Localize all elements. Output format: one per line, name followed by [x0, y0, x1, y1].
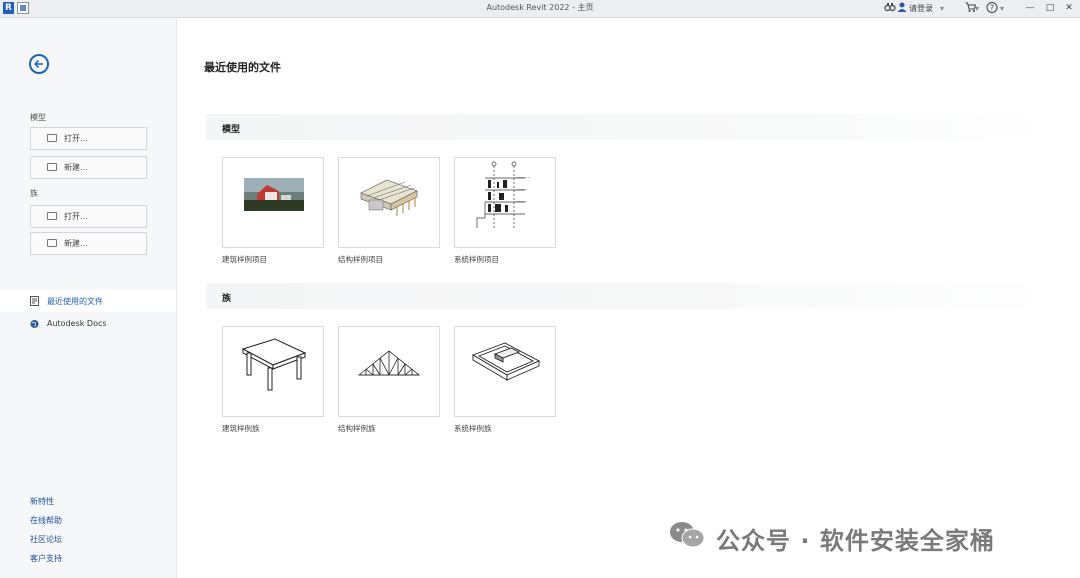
- sign-in-label[interactable]: 请登录: [909, 1, 933, 16]
- close-button[interactable]: ✕: [1060, 1, 1078, 16]
- community-forum-link[interactable]: 社区论坛: [30, 534, 62, 545]
- model-open-button[interactable]: 打开...: [30, 127, 147, 150]
- svg-text:———: ———: [517, 187, 528, 191]
- nav-recent-files[interactable]: 最近使用的文件: [0, 290, 176, 312]
- nav-autodesk-docs-label: Autodesk Docs: [47, 319, 107, 328]
- models-group-label: 模型: [222, 125, 241, 135]
- systems-project-label[interactable]: 系统样例项目: [454, 254, 499, 265]
- architecture-project-thumbnail: [244, 178, 304, 211]
- left-sidebar: 模型 打开... 新建... 族 打开... 新建... 最近使用的文件 Aut…: [0, 18, 177, 578]
- family-open-button[interactable]: 打开...: [30, 205, 147, 228]
- model-new-label: 新建...: [64, 163, 88, 172]
- families-group-label: 族: [222, 294, 232, 304]
- customer-support-link[interactable]: 客户支持: [30, 553, 62, 564]
- svg-text:————: ————: [517, 175, 532, 179]
- minimize-button[interactable]: —: [1021, 1, 1039, 16]
- page-title: 最近使用的文件: [204, 61, 281, 74]
- structure-project-thumbnail: [360, 179, 418, 216]
- table-family-card[interactable]: [222, 326, 324, 417]
- new-folder-icon: [47, 239, 57, 247]
- nav-autodesk-docs[interactable]: Autodesk Docs: [0, 313, 176, 335]
- cart-dropdown-icon[interactable]: ▾: [975, 1, 979, 16]
- svg-text:?: ?: [990, 4, 994, 13]
- back-arrow-icon[interactable]: [29, 54, 49, 74]
- family-new-button[interactable]: 新建...: [30, 232, 147, 255]
- table-family-thumbnail: [241, 338, 307, 391]
- maximize-button[interactable]: □: [1041, 1, 1059, 16]
- open-folder-icon: [47, 212, 57, 220]
- wechat-icon: [670, 522, 705, 548]
- model-section-label: 模型: [30, 113, 46, 122]
- tray-family-label[interactable]: 系统样例族: [454, 423, 492, 434]
- truss-family-label[interactable]: 结构样例族: [338, 423, 376, 434]
- architecture-project-card[interactable]: [222, 157, 324, 248]
- binoculars-icon[interactable]: [884, 1, 896, 16]
- family-open-label: 打开...: [64, 212, 88, 221]
- structure-project-label[interactable]: 结构样例项目: [338, 254, 383, 265]
- help-icon[interactable]: ?: [986, 1, 998, 16]
- user-icon[interactable]: [897, 1, 907, 16]
- architecture-project-label[interactable]: 建筑样例项目: [222, 254, 267, 265]
- families-group-header: 族: [206, 283, 1046, 309]
- structure-project-card[interactable]: [338, 157, 440, 248]
- title-bar: R Autodesk Revit 2022 - 主页 请登录 ▾ ▾ ? ▾ —…: [0, 0, 1080, 18]
- systems-project-card[interactable]: ———— ——— ———: [454, 157, 556, 248]
- new-folder-icon: [47, 163, 57, 171]
- globe-icon: [30, 319, 39, 329]
- model-new-button[interactable]: 新建...: [30, 156, 147, 179]
- open-folder-icon: [47, 134, 57, 142]
- truss-family-thumbnail: [357, 350, 421, 376]
- watermark-text: 公众号 · 软件安装全家桶: [716, 527, 995, 555]
- whats-new-link[interactable]: 新特性: [30, 496, 54, 507]
- user-dropdown-icon[interactable]: ▾: [940, 1, 944, 16]
- help-dropdown-icon[interactable]: ▾: [1000, 1, 1004, 16]
- svg-text:———: ———: [517, 199, 528, 203]
- family-section-label: 族: [30, 189, 38, 198]
- models-group-header: 模型: [206, 114, 1046, 140]
- nav-recent-files-label: 最近使用的文件: [47, 297, 103, 306]
- tray-family-card[interactable]: [454, 326, 556, 417]
- table-family-label[interactable]: 建筑样例族: [222, 423, 260, 434]
- tray-family-thumbnail: [471, 342, 541, 381]
- model-open-label: 打开...: [64, 134, 88, 143]
- recent-files-icon: [30, 296, 39, 306]
- family-new-label: 新建...: [64, 239, 88, 248]
- truss-family-card[interactable]: [338, 326, 440, 417]
- systems-project-thumbnail: ——————————: [476, 161, 532, 228]
- online-help-link[interactable]: 在线帮助: [30, 515, 62, 526]
